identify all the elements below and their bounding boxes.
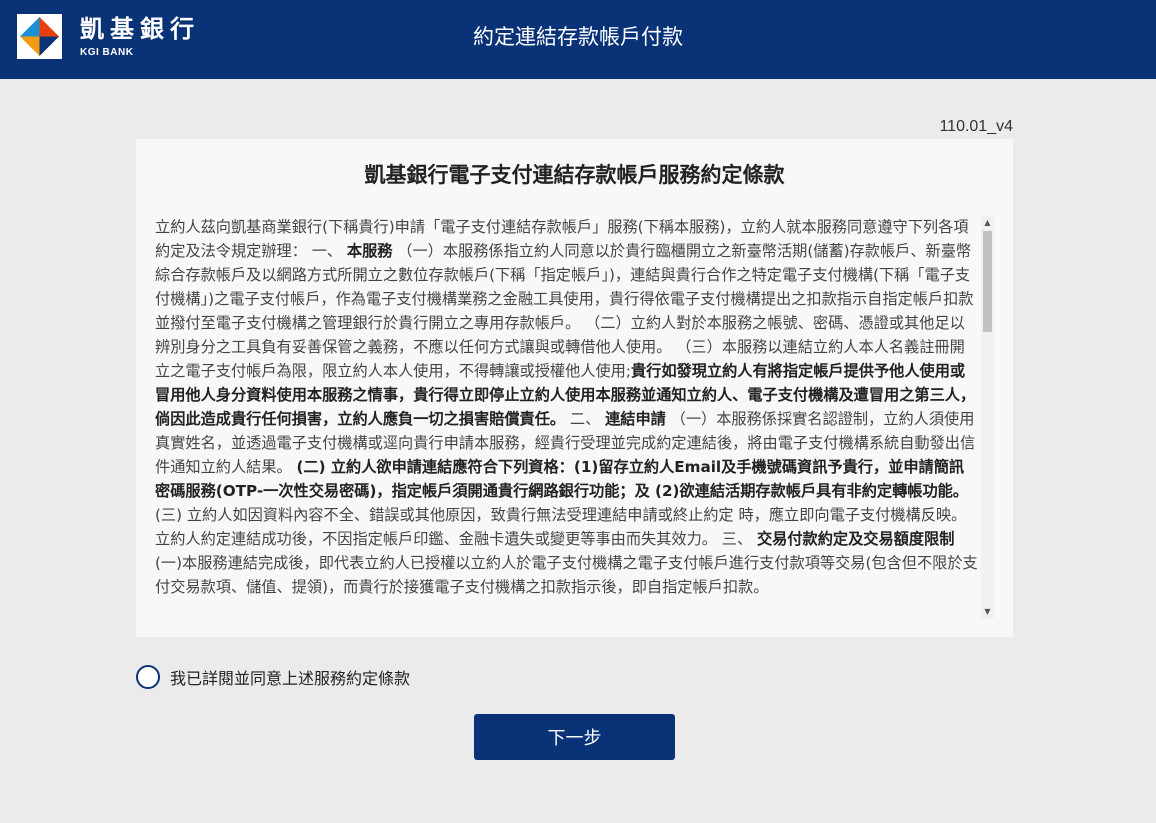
terms-bold-segment: 連結申請 [605,410,666,428]
scroll-up-arrow-icon[interactable]: ▲ [981,216,994,230]
agree-option[interactable]: 我已詳閱並同意上述服務約定條款 [136,663,410,691]
scroll-down-arrow-icon[interactable]: ▼ [981,605,994,619]
agree-label[interactable]: 我已詳閱並同意上述服務約定條款 [170,665,410,689]
version-label: 110.01_v4 [939,118,1013,135]
top-header: 凱基銀行 KGI BANK 約定連結存款帳戶付款 [0,0,1156,79]
agree-radio-button[interactable] [136,665,160,689]
next-step-button[interactable]: 下一步 [474,714,675,760]
terms-bold-segment: 交易付款約定及交易額度限制 [756,530,955,548]
terms-segment: 二、 [565,410,606,428]
terms-content[interactable]: 立約人茲向凱基商業銀行(下稱貴行)申請「電子支付連結存款帳戶」服務(下稱本服務)… [155,215,979,620]
terms-panel: 凱基銀行電子支付連結存款帳戶服務約定條款 立約人茲向凱基商業銀行(下稱貴行)申請… [136,139,1013,637]
terms-segment: (一)本服務連結完成後，即代表立約人已授權以立約人於電子支付機構之電子支付帳戶進… [155,554,978,596]
terms-segment: （一）本服務係指立約人同意以於貴行臨櫃開立之新臺幣活期(儲蓄)存款帳戶、新臺幣綜… [155,242,974,380]
page-title: 約定連結存款帳戶付款 [473,25,683,49]
terms-scrollbar[interactable]: ▲ ▼ [981,216,994,619]
terms-title: 凱基銀行電子支付連結存款帳戶服務約定條款 [364,163,785,187]
terms-bold-segment: 本服務 [346,242,393,260]
scrollbar-thumb[interactable] [983,231,992,332]
